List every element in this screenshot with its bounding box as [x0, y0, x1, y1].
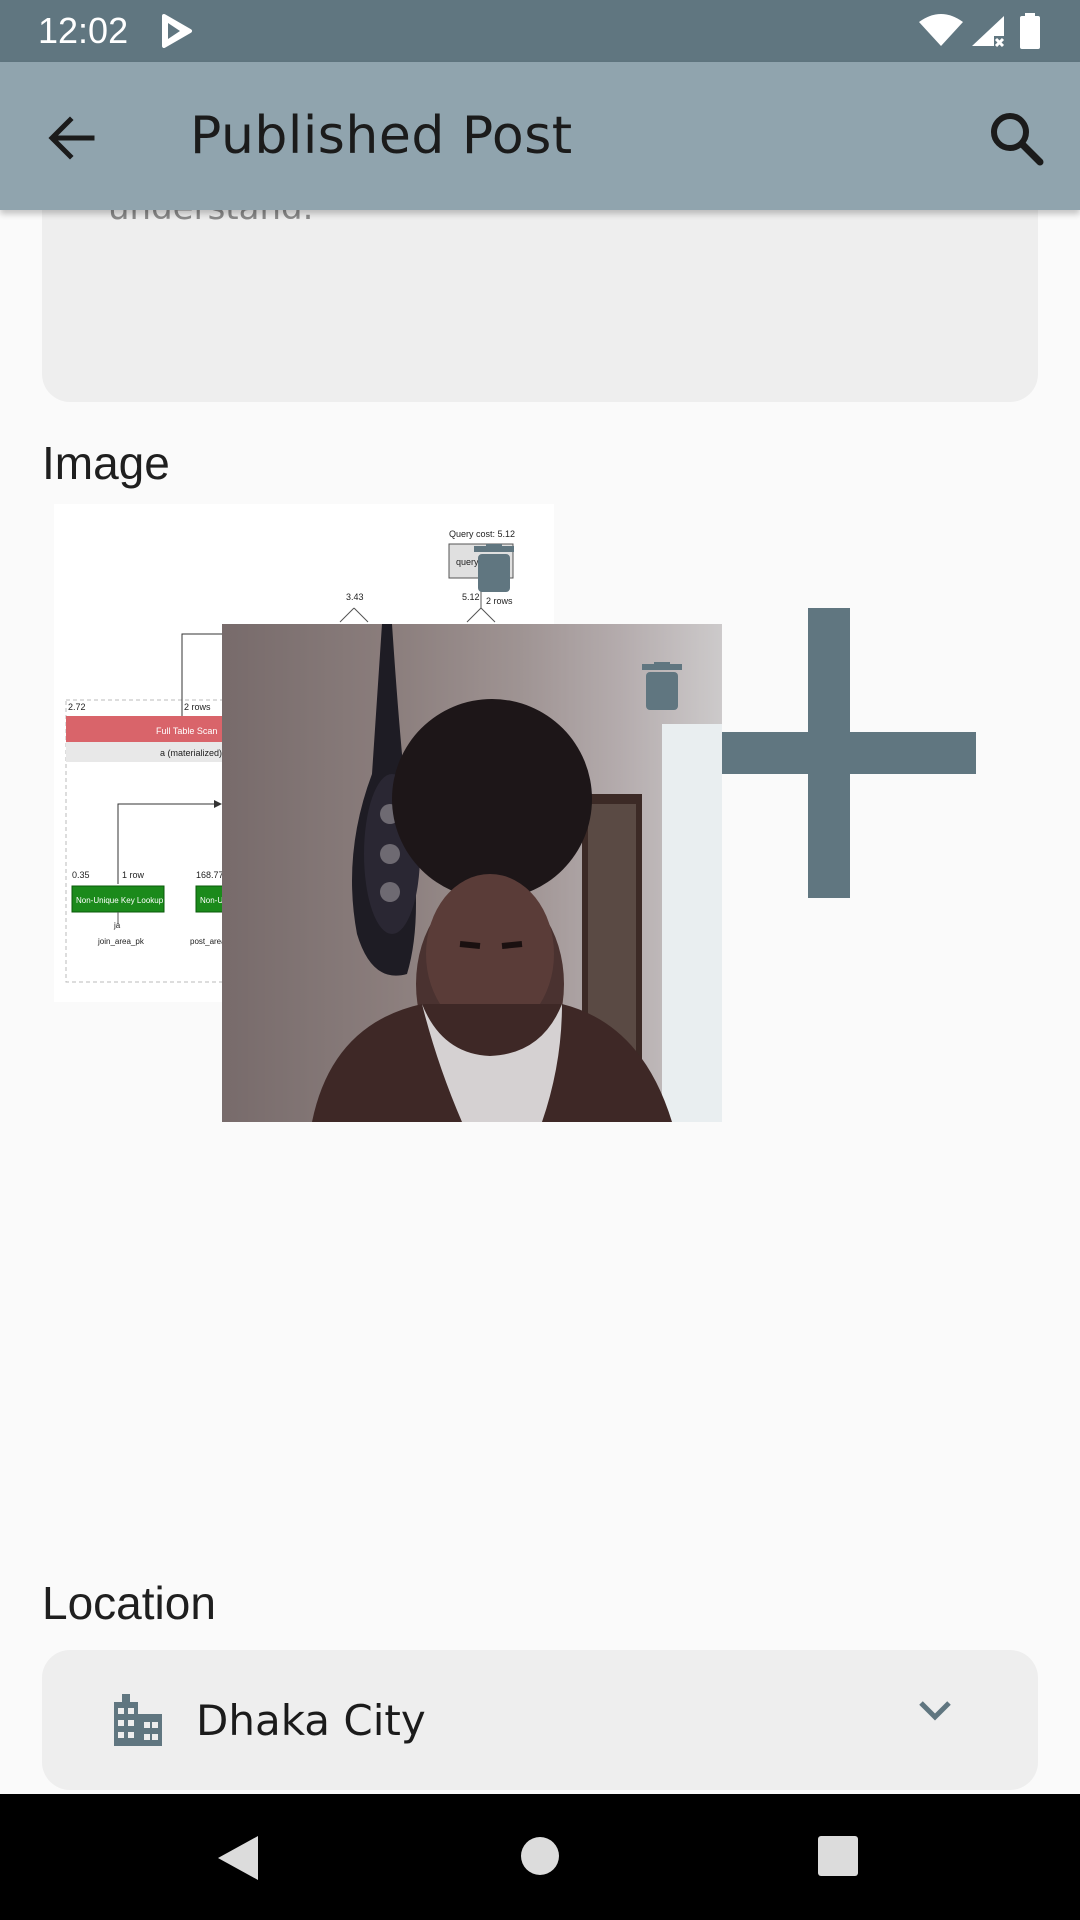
cost-lookup2-text: 168.77 [196, 870, 224, 880]
rows-scan-text: 2 rows [184, 702, 211, 712]
wifi-icon [919, 14, 963, 46]
search-icon[interactable] [986, 108, 1046, 168]
status-bar: 12:02 [0, 0, 1080, 62]
full-scan-text: Full Table Scan [156, 726, 217, 736]
battery-icon [1020, 13, 1040, 49]
lookup-label2-text: Non-U [200, 896, 223, 905]
table-ja-text: ja [113, 921, 121, 930]
navigation-bar [0, 1794, 1080, 1920]
app-bar: Published Post [0, 62, 1080, 210]
status-time: 12:02 [38, 10, 129, 51]
nav-back-icon[interactable] [216, 1834, 260, 1882]
location-section-label: Location [42, 1577, 216, 1629]
page-title: Published Post [190, 106, 573, 166]
lookup-label-text: Non-Unique Key Lookup [76, 896, 164, 905]
location-dropdown[interactable]: Dhaka City [42, 1650, 1038, 1790]
plus-icon[interactable] [722, 608, 976, 898]
cost-scan-text: 2.72 [68, 702, 86, 712]
rows-lookup-text: 1 row [122, 870, 145, 880]
trash-icon[interactable] [474, 544, 514, 594]
query-cost-text: Query cost: 5.12 [449, 529, 515, 539]
materialized-text: a (materialized) [160, 748, 222, 758]
play-store-icon [162, 14, 192, 48]
trash-icon[interactable] [642, 662, 682, 712]
selfie-image[interactable] [222, 624, 722, 1122]
signal-icon [972, 16, 1005, 48]
nav-recents-icon[interactable] [818, 1836, 858, 1876]
cost-lookup-text: 0.35 [72, 870, 90, 880]
building-icon [114, 1694, 162, 1746]
arrow-back-icon[interactable] [44, 110, 100, 166]
location-value: Dhaka City [196, 1696, 426, 1745]
nav-home-icon[interactable] [520, 1836, 560, 1876]
chevron-down-icon[interactable] [918, 1698, 952, 1722]
key-ja-text: join_area_pk [97, 937, 145, 946]
key-post-text: post_area [190, 937, 226, 946]
rows-b-text: 2 rows [486, 596, 513, 606]
image-section-label: Image [42, 437, 170, 489]
cost-a-text: 3.43 [346, 592, 364, 602]
